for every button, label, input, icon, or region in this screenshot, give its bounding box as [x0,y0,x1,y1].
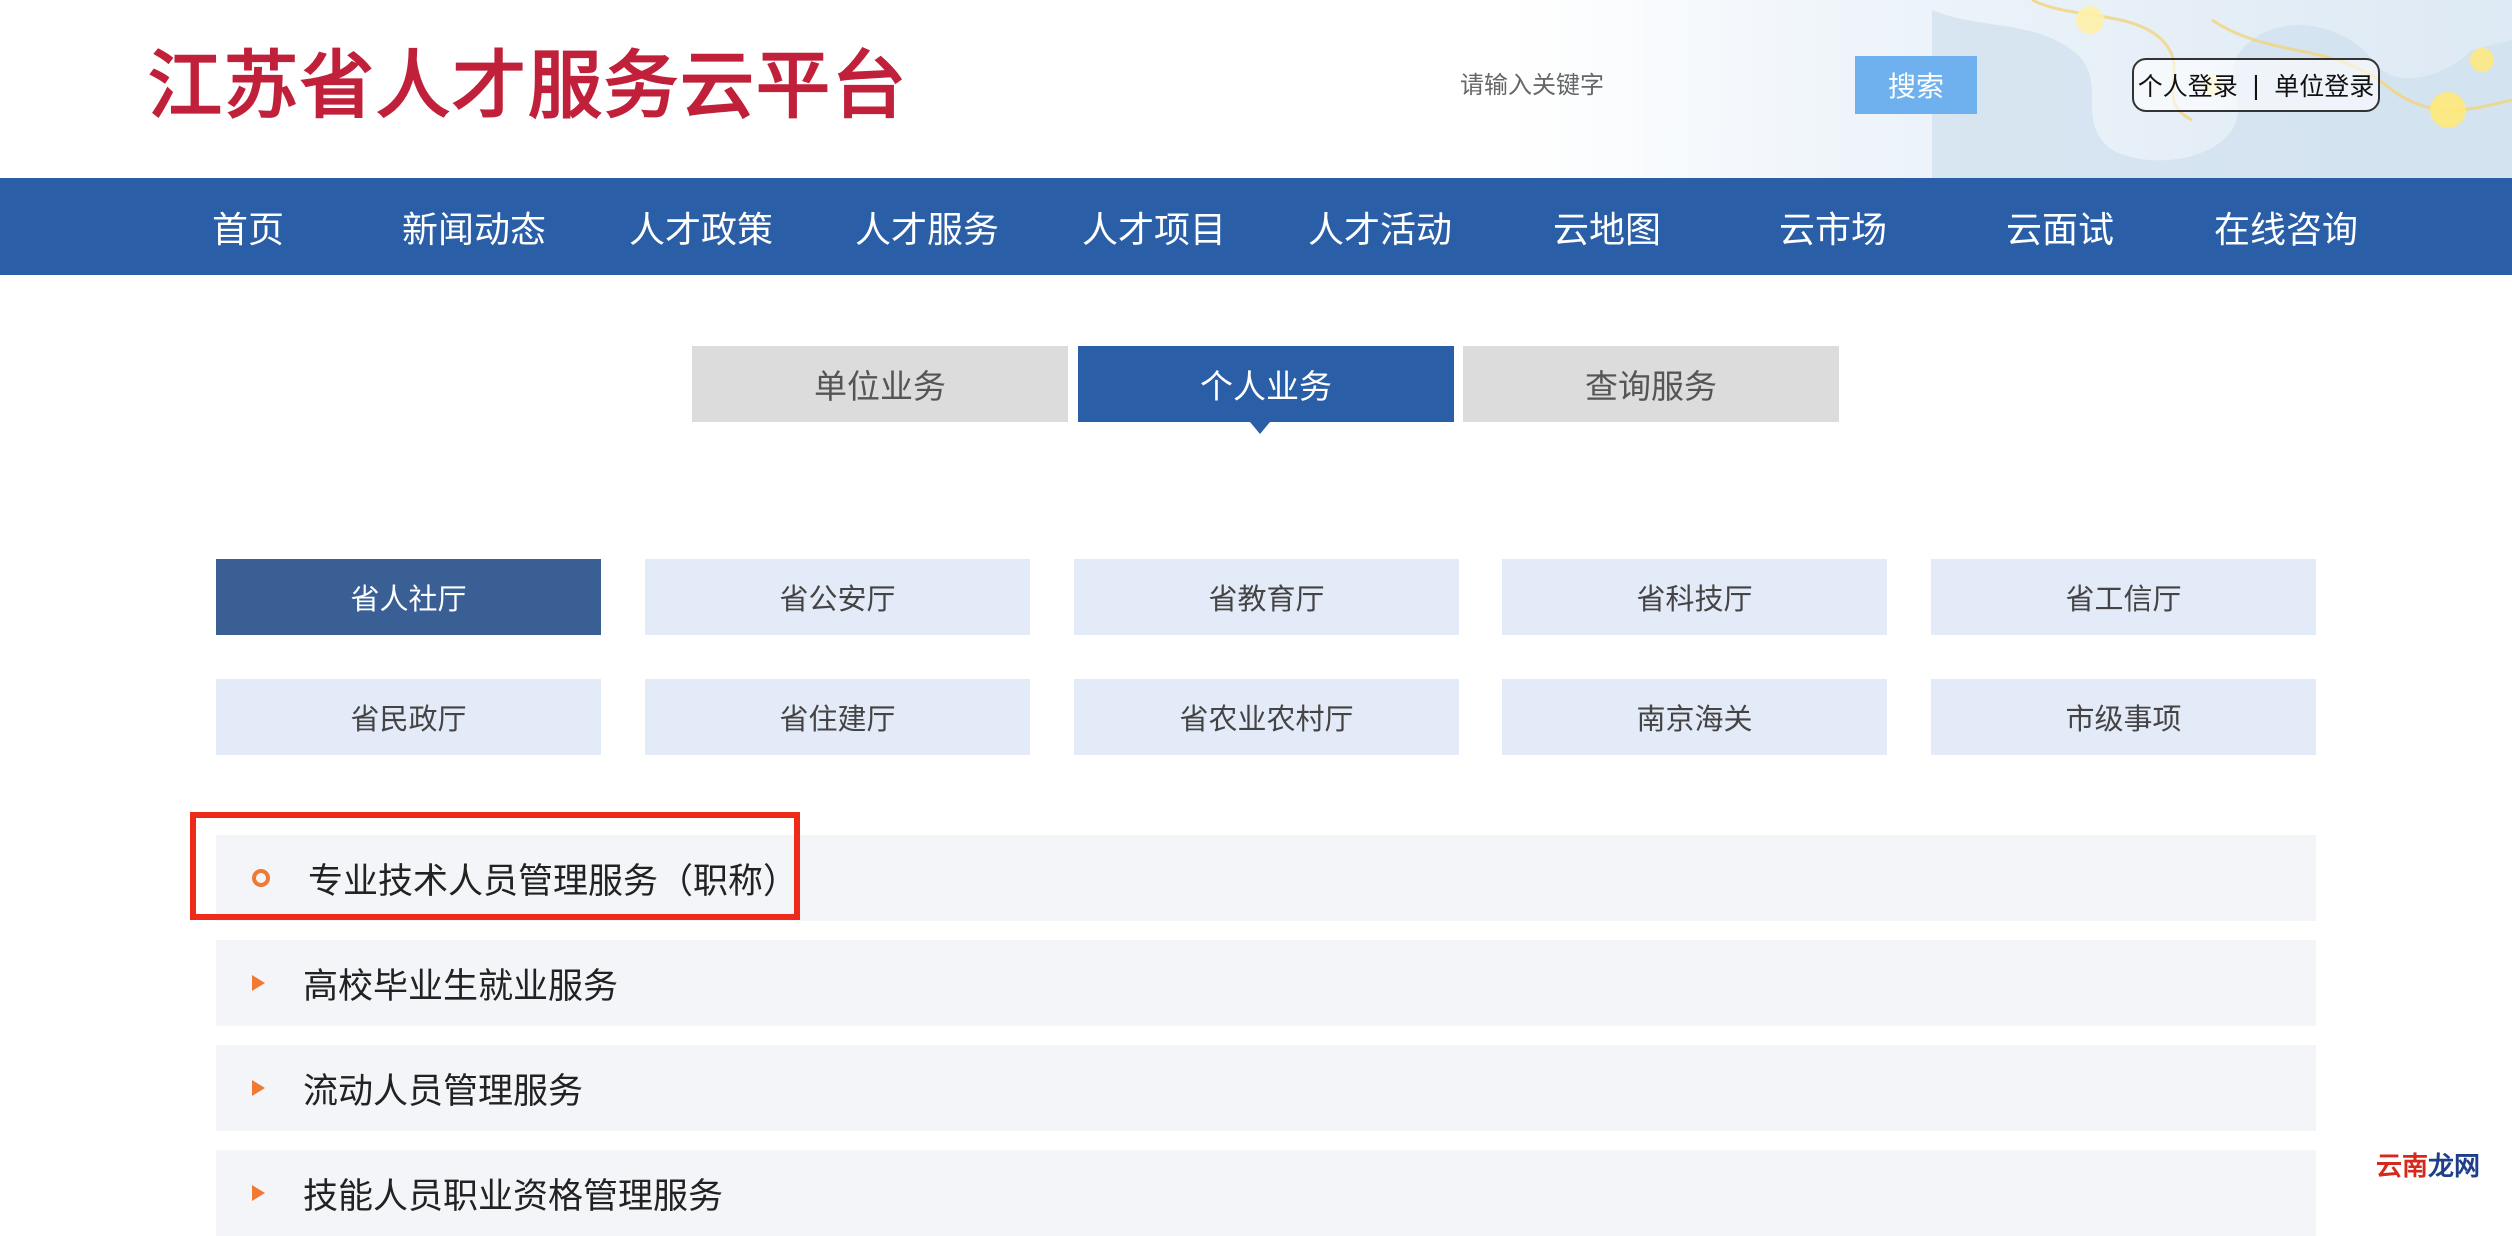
unit-login-link[interactable]: 单位登录 [2274,67,2374,103]
dept-public-security[interactable]: 省公安厅 [645,559,1030,635]
triangle-right-icon [252,1185,265,1201]
dept-agriculture[interactable]: 省农业农村厅 [1074,679,1459,755]
site-header: 江苏省人才服务云平台 搜索 个人登录 | 单位登录 [0,0,2512,178]
dept-city-level[interactable]: 市级事项 [1931,679,2316,755]
nav-item-policy[interactable]: 人才政策 [591,178,811,275]
dept-nanjing-customs[interactable]: 南京海关 [1502,679,1887,755]
triangle-right-icon [252,975,265,991]
dept-education[interactable]: 省教育厅 [1074,559,1459,635]
search-input[interactable] [1444,56,1854,114]
login-box: 个人登录 | 单位登录 [2132,58,2380,112]
service-item-graduate-employment[interactable]: 高校毕业生就业服务 [216,940,2316,1026]
watermark-logo: 云南龙网 [2376,1146,2480,1183]
nav-item-cloud-market[interactable]: 云市场 [1723,178,1943,275]
main-nav: 首页 新闻动态 人才政策 人才服务 人才项目 人才活动 云地图 云市场 云面试 … [0,178,2512,275]
search-button[interactable]: 搜索 [1855,56,1977,114]
triangle-right-icon [252,1080,265,1096]
dept-science-tech[interactable]: 省科技厅 [1502,559,1887,635]
watermark-part-b: 龙网 [2428,1152,2481,1182]
selection-highlight-box [190,812,800,920]
dept-housing[interactable]: 省住建厅 [645,679,1030,755]
service-label: 流动人员管理服务 [303,1071,584,1112]
nav-item-online-consult[interactable]: 在线咨询 [2176,178,2396,275]
service-item-skill-qualification[interactable]: 技能人员职业资格管理服务 [216,1150,2316,1236]
personal-login-link[interactable]: 个人登录 [2138,67,2238,103]
site-title: 江苏省人才服务云平台 [148,43,908,129]
nav-item-home[interactable]: 首页 [138,178,358,275]
nav-item-cloud-map[interactable]: 云地图 [1497,178,1717,275]
service-label: 技能人员职业资格管理服务 [303,1176,724,1217]
nav-item-news[interactable]: 新闻动态 [364,178,584,275]
watermark-part-a: 云南 [2376,1152,2429,1182]
nav-item-talent-project[interactable]: 人才项目 [1044,178,1264,275]
dept-industry-it[interactable]: 省工信厅 [1931,559,2316,635]
nav-item-talent-service[interactable]: 人才服务 [817,178,1037,275]
dept-human-resources[interactable]: 省人社厅 [216,559,601,635]
active-tab-indicator [1250,422,1270,434]
tab-query-service[interactable]: 查询服务 [1463,346,1839,422]
service-label: 高校毕业生就业服务 [303,966,619,1007]
service-item-floating-personnel[interactable]: 流动人员管理服务 [216,1045,2316,1131]
dept-civil-affairs[interactable]: 省民政厅 [216,679,601,755]
tab-personal-business[interactable]: 个人业务 [1078,346,1454,422]
nav-item-talent-activity[interactable]: 人才活动 [1270,178,1490,275]
tab-unit-business[interactable]: 单位业务 [692,346,1068,422]
login-separator: | [2251,70,2261,100]
nav-item-cloud-interview[interactable]: 云面试 [1950,178,2170,275]
